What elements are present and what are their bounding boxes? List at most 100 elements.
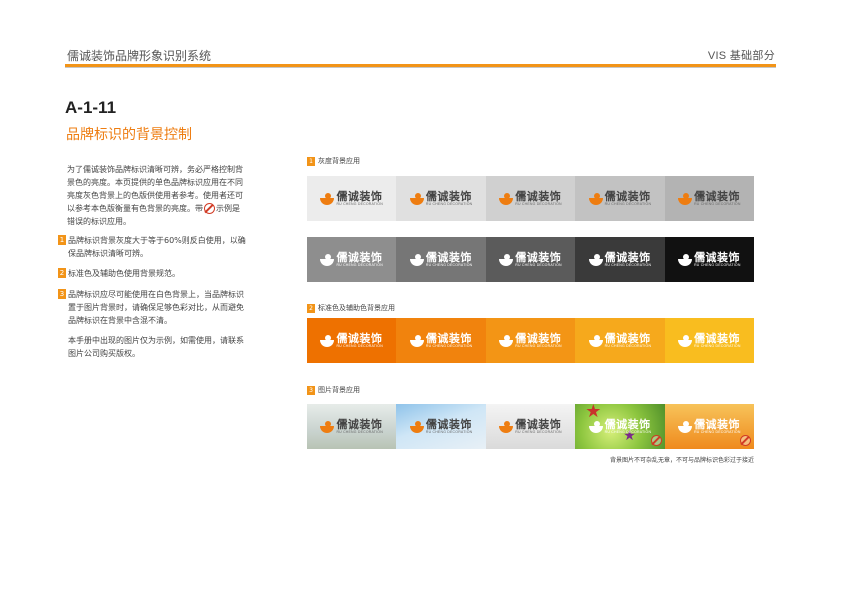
logo-mark-icon: [678, 335, 693, 347]
logo-name-cn: 儒诚装饰: [604, 331, 651, 345]
section-number: 2: [307, 303, 315, 313]
logo-name-cn: 儒诚装饰: [515, 250, 562, 264]
logo-mark-icon: [499, 254, 514, 266]
note-3: 3 品牌标识应尽可能使用在白色背景上，当品牌标识置于图片背景时，请确保足够色彩对…: [58, 288, 248, 327]
logo-mark-icon: [499, 335, 514, 347]
logo-wordmark: 儒诚装饰 RU CHENG DECORATION: [515, 333, 562, 349]
brand-logo: 儒诚装饰 RU CHENG DECORATION: [499, 333, 562, 349]
logo-name-en: RU CHENG DECORATION: [694, 262, 741, 267]
page-subtitle: 品牌标识的背景控制: [66, 127, 192, 143]
logo-name-cn: 儒诚装饰: [425, 250, 472, 264]
prohibited-icon: [650, 435, 662, 446]
section-label-grayscale: 1 灰度背景应用: [307, 156, 360, 166]
brand-logo: 儒诚装饰 RU CHENG DECORATION: [588, 419, 652, 435]
note-text: 品牌标识应尽可能使用在白色背景上，当品牌标识置于图片背景时，请确保足够色彩对比，…: [68, 290, 244, 325]
strip-photo-backgrounds: 儒诚装饰 RU CHENG DECORATION 儒诚装饰 RU CHENG DECO…: [307, 404, 755, 449]
note-text: 品牌标识背景灰度大于等于60%则反白使用，以确保品牌标识清晰可辨。: [68, 236, 246, 258]
logo-mark-icon: [588, 254, 603, 266]
brand-logo: 儒诚装饰 RU CHENG DECORATION: [588, 331, 652, 349]
logo-name-en: RU CHENG DECORATION: [336, 429, 383, 434]
section-label-text: 灰度背景应用: [318, 157, 360, 165]
logo-name-cn: 儒诚装饰: [336, 417, 383, 431]
brand-logo: 儒诚装饰 RU CHENG DECORATION: [409, 419, 473, 435]
background-tile: 儒诚装饰 RU CHENG DECORATION: [307, 404, 397, 449]
logo-name-cn: 儒诚装饰: [515, 189, 562, 203]
logo-mark-icon: [588, 421, 603, 433]
note-1: 1 品牌标识背景灰度大于等于60%则反白使用，以确保品牌标识清晰可辨。: [58, 234, 248, 260]
section-number: 3: [307, 385, 315, 395]
logo-name-cn: 儒诚装饰: [694, 189, 741, 203]
logo-name-cn: 儒诚装饰: [515, 417, 562, 431]
background-tile: 儒诚装饰 RU CHENG DECORATION: [396, 318, 486, 363]
logo-name-en: RU CHENG DECORATION: [515, 262, 562, 267]
logo-mark-icon: [678, 421, 693, 433]
logo-name-en: RU CHENG DECORATION: [425, 201, 473, 206]
logo-wordmark: 儒诚装饰 RU CHENG DECORATION: [694, 419, 741, 435]
logo-name-en: RU CHENG DECORATION: [604, 429, 652, 434]
logo-name-cn: 儒诚装饰: [425, 189, 472, 203]
logo-name-cn: 儒诚装饰: [694, 250, 741, 264]
strip-grayscale-dark: 儒诚装饰 RU CHENG DECORATION 儒诚装饰 RU CHENG DECO…: [307, 237, 755, 282]
brand-logo: 儒诚装饰 RU CHENG DECORATION: [588, 191, 652, 207]
logo-mark-icon: [409, 421, 424, 433]
brand-logo: 儒诚装饰 RU CHENG DECORATION: [678, 191, 741, 207]
logo-mark-icon: [588, 335, 603, 347]
background-tile: 儒诚装饰 RU CHENG DECORATION: [485, 176, 576, 221]
logo-name-en: RU CHENG DECORATION: [425, 343, 473, 348]
brand-logo: 儒诚装饰 RU CHENG DECORATION: [320, 191, 383, 207]
logo-name-en: RU CHENG DECORATION: [425, 262, 473, 267]
logo-name-en: RU CHENG DECORATION: [694, 201, 741, 206]
logo-name-cn: 儒诚装饰: [336, 250, 383, 264]
brand-logo: 儒诚装饰 RU CHENG DECORATION: [499, 252, 562, 268]
logo-wordmark: 儒诚装饰 RU CHENG DECORATION: [426, 333, 473, 349]
note-number: 2: [58, 268, 66, 278]
logo-name-cn: 儒诚装饰: [694, 331, 741, 345]
background-tile: 儒诚装饰 RU CHENG DECORATION: [575, 176, 665, 221]
logo-name-en: RU CHENG DECORATION: [694, 343, 741, 348]
logo-name-en: RU CHENG DECORATION: [604, 343, 652, 348]
brand-logo: 儒诚装饰 RU CHENG DECORATION: [499, 419, 562, 435]
logo-mark-icon: [320, 193, 335, 205]
note-2: 2 标准色及辅助色使用背景规范。: [58, 267, 248, 280]
background-tile: 儒诚装饰 RU CHENG DECORATION: [396, 404, 486, 449]
logo-wordmark: 儒诚装饰 RU CHENG DECORATION: [605, 419, 652, 435]
logo-mark-icon: [320, 254, 335, 266]
section-label-standard-color: 2 标准色及辅助色背景应用: [307, 303, 395, 313]
logo-name-en: RU CHENG DECORATION: [604, 262, 652, 267]
logo-wordmark: 儒诚装饰 RU CHENG DECORATION: [605, 191, 652, 207]
logo-mark-icon: [588, 193, 603, 205]
brand-logo: 儒诚装饰 RU CHENG DECORATION: [409, 250, 473, 268]
background-tile: 儒诚装饰 RU CHENG DECORATION: [307, 318, 397, 363]
logo-name-cn: 儒诚装饰: [604, 250, 651, 264]
background-tile: 儒诚装饰 RU CHENG DECORATION: [396, 237, 486, 282]
logo-name-en: RU CHENG DECORATION: [336, 201, 383, 206]
note-copyright: 本手册中出现的图片仅为示例，如需使用，请联系图片公司购买版权。: [58, 334, 248, 360]
logo-name-en: RU CHENG DECORATION: [515, 429, 562, 434]
section-label-photo: 3 图片背景应用: [307, 385, 360, 395]
page-code: A-1-11: [65, 98, 117, 117]
background-tile: 儒诚装饰 RU CHENG DECORATION: [307, 176, 397, 221]
logo-name-en: RU CHENG DECORATION: [515, 201, 562, 206]
background-tile: 儒诚装饰 RU CHENG DECORATION: [664, 318, 755, 363]
background-tile: ★ ★ 儒诚装饰 RU CHENG DECORATION: [575, 404, 665, 449]
logo-name-en: RU CHENG DECORATION: [604, 201, 652, 206]
strip-grayscale-light: 儒诚装饰 RU CHENG DECORATION 儒诚装饰 RU CHENG DECO…: [307, 176, 755, 221]
brand-logo: 儒诚装饰 RU CHENG DECORATION: [678, 419, 741, 435]
logo-wordmark: 儒诚装饰 RU CHENG DECORATION: [336, 252, 383, 268]
logo-name-en: RU CHENG DECORATION: [425, 429, 473, 434]
brand-logo: 儒诚装饰 RU CHENG DECORATION: [678, 252, 741, 268]
header-section: VIS 基础部分: [707, 50, 775, 62]
logo-name-cn: 儒诚装饰: [604, 417, 651, 431]
brand-logo: 儒诚装饰 RU CHENG DECORATION: [678, 333, 741, 349]
background-tile: 儒诚装饰 RU CHENG DECORATION: [396, 176, 486, 221]
logo-wordmark: 儒诚装饰 RU CHENG DECORATION: [336, 419, 383, 435]
header-title: 儒诚装饰品牌形象识别系统: [67, 49, 212, 63]
prohibited-icon: [740, 435, 752, 446]
logo-name-cn: 儒诚装饰: [336, 331, 383, 345]
note-number: 1: [58, 235, 66, 245]
brand-logo: 儒诚装饰 RU CHENG DECORATION: [409, 189, 473, 207]
logo-name-en: RU CHENG DECORATION: [515, 343, 562, 348]
intro-paragraph: 为了儒诚装饰品牌标识清晰可辨，务必严格控制背景色的亮度。本页提供的单色品牌标识应…: [67, 163, 247, 228]
brand-logo: 儒诚装饰 RU CHENG DECORATION: [588, 250, 652, 268]
logo-mark-icon: [320, 421, 335, 433]
